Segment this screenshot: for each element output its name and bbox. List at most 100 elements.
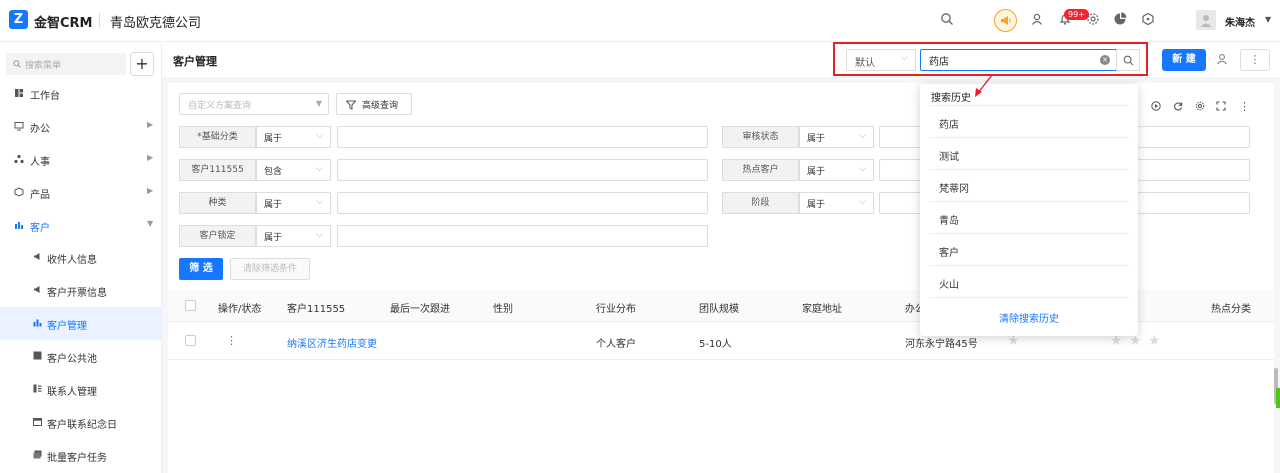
new-button[interactable]: 新 建 (1162, 49, 1206, 71)
clear-filter-button[interactable]: 清除筛选条件 (230, 258, 310, 280)
history-item-label: 客户 (939, 248, 959, 259)
fullscreen-icon[interactable] (1216, 101, 1226, 111)
user-name[interactable]: 朱海杰 (1225, 14, 1255, 29)
chevron-down-icon: ⌵ (316, 197, 323, 207)
advanced-query-label: 高级查询 (362, 101, 399, 111)
filter-operator-value: 属于 (807, 167, 826, 177)
sidebar-subitem-anniversary[interactable]: 客户联系纪念日 (0, 406, 161, 439)
sidebar-subitem-invoice[interactable]: 客户开票信息 (0, 274, 161, 307)
column-header[interactable]: 热点分类 (1211, 300, 1251, 315)
pie-chart-icon[interactable] (1113, 12, 1129, 28)
sidebar-item-product[interactable]: 产品 ▶ (0, 176, 161, 209)
filter-label: 客户111555 (179, 159, 256, 181)
sidebar-item-hr[interactable]: 人事 ▶ (0, 143, 161, 176)
filter-value-input[interactable] (337, 225, 708, 247)
sidebar-item-workbench[interactable]: 工作台 (0, 77, 161, 110)
custom-query-select[interactable]: 自定义方案查询 ▼ (179, 93, 329, 115)
column-header[interactable]: 客户111555 (287, 300, 345, 315)
chevron-right-icon: ▶ (147, 120, 154, 129)
contacts-icon[interactable] (1030, 12, 1046, 28)
customer-icon (14, 220, 24, 230)
history-item-label: 青岛 (939, 216, 959, 227)
filter-operator-select[interactable]: 属于 ⌵ (256, 192, 331, 214)
search-history-title: 搜索历史 (931, 93, 971, 104)
history-item[interactable]: 测试 (929, 137, 1129, 169)
filter-operator-select[interactable]: 包含 ⌵ (256, 159, 331, 181)
history-item-label: 药店 (939, 120, 959, 131)
sidebar-item-office[interactable]: 办公 ▶ (0, 110, 161, 143)
clear-search-history-link[interactable]: 清除搜索历史 (920, 310, 1138, 325)
customer-icon (33, 318, 43, 328)
megaphone-icon[interactable] (994, 9, 1017, 32)
filter-operator-value: 属于 (264, 200, 283, 210)
column-header[interactable]: 性别 (493, 300, 513, 315)
sidebar-subitem-batch-task[interactable]: 批量客户任务 (0, 439, 161, 472)
column-header[interactable]: 家庭地址 (802, 300, 842, 315)
search-icon[interactable] (940, 12, 956, 28)
chevron-down-icon[interactable]: ▼ (1265, 15, 1271, 24)
add-menu-button[interactable]: + (130, 52, 154, 76)
filter-operator-value: 包含 (264, 167, 283, 177)
column-header[interactable]: 操作/状态 (218, 300, 261, 315)
chevron-right-icon: ▶ (147, 153, 154, 162)
filter-operator-select[interactable]: 属于 ⌵ (256, 126, 331, 148)
history-item-label: 测试 (939, 152, 959, 163)
filter-icon (346, 100, 356, 110)
select-all-checkbox[interactable] (185, 300, 196, 311)
chevron-down-icon: ⌵ (316, 230, 323, 240)
sidebar-item-label: 客户 (30, 223, 50, 234)
filter-value-input[interactable] (337, 192, 708, 214)
customer-name-link[interactable]: 纳溪区济生药店变更 (287, 335, 377, 350)
filter-operator-select[interactable]: 属于 ⌵ (256, 225, 331, 247)
history-item[interactable]: 药店 (929, 105, 1129, 137)
filter-value-input[interactable] (337, 159, 708, 181)
column-header[interactable]: 最后一次跟进 (390, 300, 450, 315)
settings-icon[interactable] (1195, 101, 1205, 111)
star-icon[interactable]: ★ (1148, 333, 1161, 349)
megaphone-icon (33, 285, 43, 295)
sidebar-item-customer[interactable]: 客户 ▼ (0, 209, 161, 242)
filter-operator-select[interactable]: 属于 ⌵ (799, 192, 874, 214)
sidebar-subitem-public-pool[interactable]: 客户公共池 (0, 340, 161, 373)
avatar[interactable] (1196, 10, 1216, 30)
calendar-icon (33, 417, 43, 427)
column-header[interactable]: 团队规模 (699, 300, 739, 315)
megaphone-icon (33, 252, 43, 262)
filter-operator-select[interactable]: 属于 ⌵ (799, 126, 874, 148)
refresh-icon[interactable] (1173, 101, 1183, 111)
sidebar-subitem-contacts[interactable]: 联系人管理 (0, 373, 161, 406)
row-checkbox[interactable] (185, 335, 196, 346)
column-header[interactable]: 行业分布 (596, 300, 636, 315)
search-icon (13, 60, 21, 68)
more-vertical-icon[interactable]: ⋮ (1239, 100, 1250, 113)
play-icon[interactable] (1151, 101, 1161, 111)
highlight-box (833, 42, 1148, 76)
sidebar-subitem-recipient[interactable]: 收件人信息 (0, 241, 161, 274)
advanced-query-button[interactable]: 高级查询 (336, 93, 412, 115)
history-item[interactable]: 青岛 (929, 201, 1129, 233)
filter-label: 种类 (179, 192, 256, 214)
user-icon[interactable] (1216, 53, 1228, 65)
page-title: 客户管理 (173, 55, 217, 68)
menu-search-input[interactable] (6, 53, 126, 75)
filter-value-input[interactable] (337, 126, 708, 148)
chevron-down-icon: ⌵ (859, 164, 866, 174)
filter-operator-select[interactable]: 属于 ⌵ (799, 159, 874, 181)
history-item[interactable]: 客户 (929, 233, 1129, 265)
app-logo-icon[interactable]: Z (9, 10, 28, 29)
row-action-menu[interactable]: ⋮ (226, 334, 237, 347)
sidebar-item-label: 人事 (30, 157, 50, 168)
sidebar-subitem-customer-manage[interactable]: 客户管理 (0, 307, 161, 340)
history-item[interactable]: 火山 (929, 265, 1129, 297)
header-divider (99, 13, 100, 28)
filter-label: 审核状态 (722, 126, 799, 148)
gear-icon[interactable] (1086, 12, 1102, 28)
cube-icon[interactable] (1141, 12, 1157, 28)
company-name: 青岛欧克德公司 (110, 16, 202, 31)
history-item[interactable]: 梵蒂冈 (929, 169, 1129, 201)
filter-operator-value: 属于 (807, 200, 826, 210)
filter-button[interactable]: 筛 选 (179, 258, 223, 280)
app-name[interactable]: 金智CRM (34, 12, 93, 31)
more-button[interactable]: ⋮ (1240, 49, 1270, 71)
contact-card-icon (33, 384, 43, 394)
